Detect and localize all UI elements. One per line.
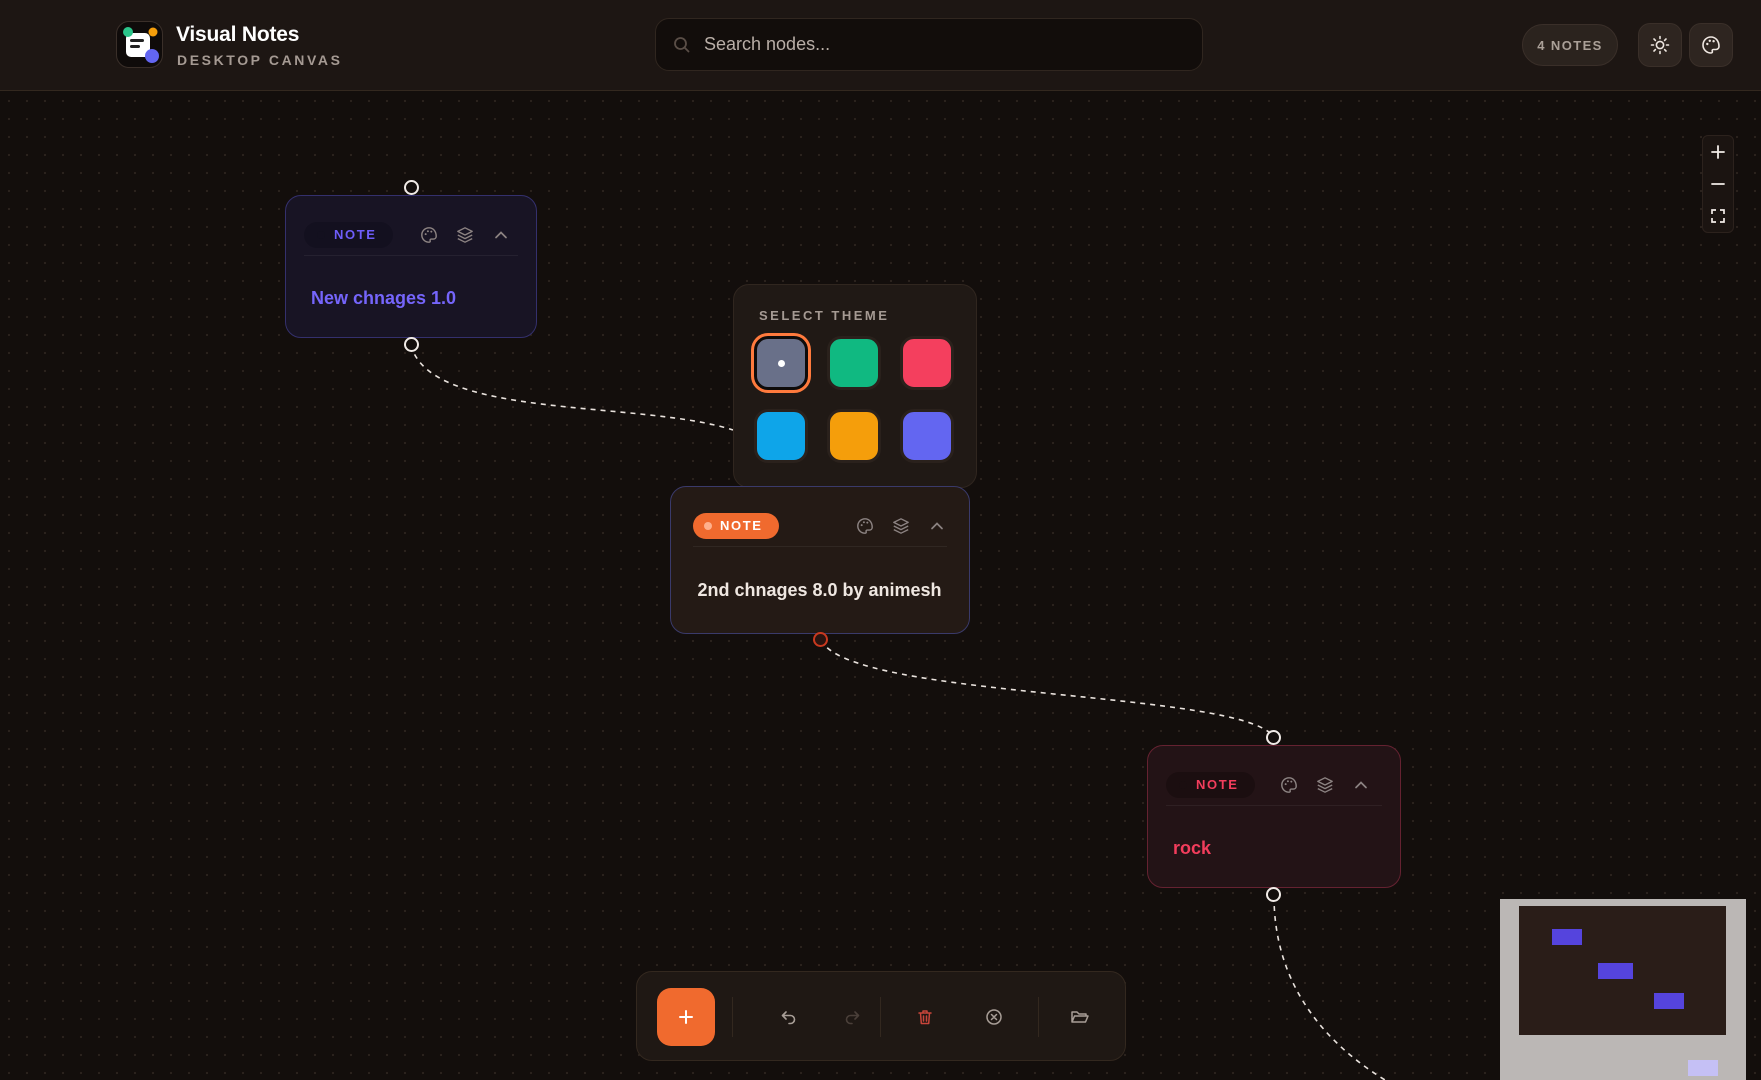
- theme-swatch-amber[interactable]: [827, 409, 881, 463]
- plus-icon: [679, 1010, 693, 1024]
- node-handle-top[interactable]: [1266, 730, 1281, 745]
- theme-swatch-emerald[interactable]: [827, 336, 881, 390]
- node-handle-bottom[interactable]: [1266, 887, 1281, 902]
- layers-icon: [893, 518, 909, 534]
- folder-open-icon: [1071, 1011, 1089, 1023]
- node-layers-button[interactable]: [447, 222, 483, 248]
- note-node-active[interactable]: NOTE 2nd chnages 8.0 by animesh: [670, 486, 970, 634]
- node-collapse-button[interactable]: [919, 513, 955, 539]
- minimap-node: [1654, 993, 1684, 1009]
- theme-swatch-sky[interactable]: [754, 409, 808, 463]
- minimap-node: [1688, 1060, 1718, 1076]
- note-type-label: NOTE: [334, 226, 377, 242]
- minimap-node: [1552, 929, 1582, 945]
- delete-button[interactable]: [910, 1002, 940, 1032]
- sun-icon: [1650, 35, 1670, 55]
- theme-swatch-slate[interactable]: [754, 336, 808, 390]
- node-handle-bottom[interactable]: [404, 337, 419, 352]
- theme-swatch-indigo[interactable]: [900, 409, 954, 463]
- zoom-controls: [1702, 135, 1734, 233]
- clear-button[interactable]: [979, 1002, 1009, 1032]
- toolbar-divider: [732, 997, 733, 1037]
- note-node[interactable]: NOTE rock: [1147, 745, 1401, 888]
- chevron-up-icon: [1355, 781, 1367, 789]
- note-type-badge: NOTE: [693, 512, 779, 539]
- badge-dot: [1179, 780, 1187, 789]
- open-file-button[interactable]: [1065, 1002, 1095, 1032]
- node-palette-button[interactable]: [411, 222, 447, 248]
- note-text[interactable]: 2nd chnages 8.0 by animesh: [671, 580, 968, 601]
- theme-picker-title: SELECT THEME: [759, 308, 890, 323]
- note-text[interactable]: New chnages 1.0: [311, 288, 456, 309]
- app-logo: [116, 21, 163, 68]
- minimap-node: [1598, 963, 1633, 979]
- app-title: Visual Notes: [176, 23, 300, 46]
- fullscreen-icon: [1711, 209, 1725, 223]
- palette-icon: [421, 227, 437, 243]
- fit-view-button[interactable]: [1703, 201, 1733, 231]
- note-type-badge: NOTE: [1166, 771, 1255, 798]
- badge-dot: [704, 521, 712, 530]
- node-layers-button[interactable]: [883, 513, 919, 539]
- palette-icon: [1702, 36, 1720, 54]
- node-collapse-button[interactable]: [1343, 772, 1379, 798]
- bottom-toolbar: [636, 971, 1126, 1061]
- layers-icon: [1317, 777, 1333, 793]
- note-type-badge: NOTE: [304, 221, 393, 248]
- search-icon: [674, 37, 690, 53]
- close-circle-icon: [986, 1009, 1002, 1025]
- node-palette-button[interactable]: [1271, 772, 1307, 798]
- chevron-up-icon: [931, 522, 943, 530]
- minimap-viewport: [1519, 906, 1726, 1035]
- minimap[interactable]: [1500, 899, 1746, 1080]
- plus-icon: [1711, 145, 1725, 159]
- palette-icon: [1281, 777, 1297, 793]
- badge-dot: [317, 230, 325, 239]
- note-type-label: NOTE: [720, 517, 763, 533]
- trash-icon: [918, 1010, 932, 1025]
- node-handle-top[interactable]: [404, 180, 419, 195]
- toolbar-divider: [880, 997, 881, 1037]
- node-layers-button[interactable]: [1307, 772, 1343, 798]
- add-note-button[interactable]: [657, 988, 715, 1046]
- undo-button[interactable]: [774, 1002, 804, 1032]
- search-bar[interactable]: [655, 18, 1203, 71]
- selected-indicator: [778, 360, 785, 367]
- minus-icon: [1711, 183, 1725, 185]
- chevron-up-icon: [495, 231, 507, 239]
- app-subtitle: DESKTOP CANVAS: [177, 52, 343, 68]
- layers-icon: [457, 227, 473, 243]
- app-header: Visual Notes DESKTOP CANVAS 4 NOTES: [0, 0, 1761, 91]
- theme-toggle-button[interactable]: [1638, 23, 1682, 67]
- redo-button[interactable]: [837, 1002, 867, 1032]
- theme-picker-popover: SELECT THEME: [733, 284, 977, 488]
- undo-icon: [781, 1011, 796, 1025]
- notes-count-badge: 4 NOTES: [1522, 24, 1618, 66]
- theme-swatch-rose[interactable]: [900, 336, 954, 390]
- palette-button[interactable]: [1689, 23, 1733, 67]
- redo-icon: [845, 1011, 860, 1025]
- zoom-in-button[interactable]: [1703, 137, 1733, 167]
- note-node[interactable]: NOTE New chnages 1.0: [285, 195, 537, 338]
- toolbar-divider: [1038, 997, 1039, 1037]
- node-handle-bottom[interactable]: [813, 632, 828, 647]
- note-text[interactable]: rock: [1173, 838, 1211, 859]
- search-input[interactable]: [704, 19, 1184, 70]
- palette-icon: [857, 518, 873, 534]
- zoom-out-button[interactable]: [1703, 169, 1733, 199]
- node-collapse-button[interactable]: [483, 222, 519, 248]
- note-type-label: NOTE: [1196, 776, 1239, 792]
- node-palette-button[interactable]: [847, 513, 883, 539]
